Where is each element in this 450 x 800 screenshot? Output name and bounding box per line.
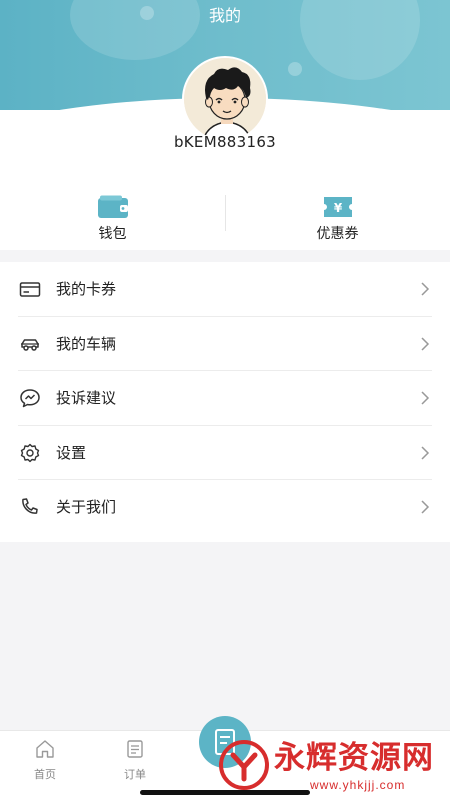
menu-item-about[interactable]: 关于我们: [0, 480, 450, 535]
menu-list: 我的卡券 我的车辆 投诉建议 设置 关于我们: [0, 262, 450, 542]
svg-text:¥: ¥: [333, 201, 342, 215]
tab-label: 订单: [124, 768, 146, 781]
menu-item-label: 设置: [56, 443, 87, 462]
username: bKEM883163: [173, 133, 277, 151]
phone-icon: [19, 497, 41, 517]
car-icon: [19, 334, 41, 354]
menu-item-vehicles[interactable]: 我的车辆: [0, 317, 450, 371]
wallet-label: 钱包: [98, 226, 127, 242]
gear-icon: [19, 443, 41, 463]
card-icon: [19, 279, 41, 299]
menu-item-label: 投诉建议: [56, 389, 117, 407]
chevron-right-icon: [420, 390, 430, 406]
coupon-label: 优惠券: [316, 226, 359, 242]
chevron-right-icon: [420, 499, 430, 515]
coupon-icon: ¥: [322, 195, 354, 223]
menu-item-label: 我的卡券: [56, 280, 117, 298]
header-decoration: [288, 62, 302, 76]
page-title: 我的: [208, 6, 241, 25]
wallet-button[interactable]: 钱包: [0, 175, 225, 250]
menu-item-cards[interactable]: 我的卡券: [0, 262, 450, 317]
avatar[interactable]: [182, 56, 268, 142]
menu-item-label: 关于我们: [56, 498, 117, 516]
home-indicator: [140, 790, 310, 795]
wallet-icon: [97, 195, 129, 223]
order-icon: [100, 739, 170, 763]
watermark: 永辉资源网 www.yhkjjj.com: [214, 737, 446, 797]
chat-bubble-icon: [19, 388, 41, 408]
menu-item-settings[interactable]: 设置: [0, 426, 450, 480]
tab-label: 首页: [34, 768, 56, 781]
tab-home[interactable]: 首页: [10, 739, 80, 782]
menu-item-feedback[interactable]: 投诉建议: [0, 371, 450, 426]
chevron-right-icon: [420, 336, 430, 352]
tab-orders[interactable]: 订单: [100, 739, 170, 782]
chevron-right-icon: [420, 445, 430, 461]
watermark-logo-icon: [219, 740, 269, 790]
watermark-text: 永辉资源网: [274, 740, 434, 776]
menu-item-label: 我的车辆: [56, 334, 117, 353]
coupon-button[interactable]: ¥ 优惠券: [225, 175, 450, 250]
quick-actions-divider: [225, 195, 226, 231]
watermark-url: www.yhkjjj.com: [310, 778, 406, 792]
home-icon: [10, 739, 80, 763]
chevron-right-icon: [420, 281, 430, 297]
cartoon-boy-avatar-icon: [184, 58, 266, 140]
